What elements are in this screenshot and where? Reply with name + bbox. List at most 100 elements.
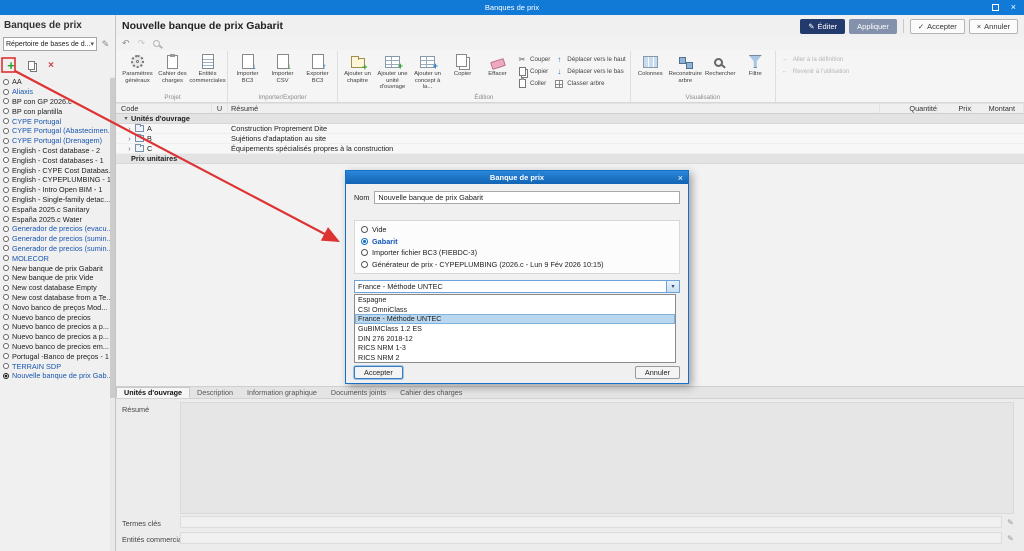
- filtre-button[interactable]: Filtre: [738, 51, 773, 92]
- edit-termes-button[interactable]: ✎: [1005, 516, 1016, 528]
- option-radio-row[interactable]: Générateur de prix - CYPEPLUMBING (2026.…: [361, 259, 673, 270]
- column-montant[interactable]: Montant: [972, 104, 1024, 113]
- bottom-tab[interactable]: Unités d'ouvrage: [116, 387, 190, 398]
- deplacer-haut-button[interactable]: ↑ Déplacer vers le haut: [552, 54, 627, 65]
- entites-commerciales-button[interactable]: Entités commerciales: [190, 51, 225, 92]
- revenir-utilisation-button[interactable]: ← Revenir à l'utilisation: [778, 66, 852, 77]
- dropdown-item[interactable]: RICS NRM 2: [355, 353, 675, 363]
- list-item[interactable]: CYPE Portugal (Abastecimen...: [0, 126, 110, 136]
- bottom-tab[interactable]: Documents joints: [324, 387, 393, 398]
- column-resume[interactable]: Résumé: [228, 104, 880, 113]
- dropdown-item[interactable]: CSI OmniClass: [355, 305, 675, 315]
- list-item[interactable]: TERRAIN SDP: [0, 361, 110, 371]
- list-item[interactable]: English - Intro Open BIM - 1: [0, 185, 110, 195]
- editer-button[interactable]: ✎ Éditer: [800, 19, 845, 34]
- list-item[interactable]: New cost database Empty: [0, 283, 110, 293]
- expand-icon[interactable]: ›: [125, 134, 134, 143]
- list-item[interactable]: Generador de precios (sumin...: [0, 234, 110, 244]
- dialog-annuler-button[interactable]: Annuler: [635, 366, 680, 379]
- list-item[interactable]: CYPE Portugal: [0, 116, 110, 126]
- ajouter-unite-ouvrage-button[interactable]: + Ajouter une unité d'ouvrage: [375, 51, 410, 92]
- copy-database-button[interactable]: [25, 59, 37, 71]
- list-item[interactable]: España 2025.c Sanitary: [0, 204, 110, 214]
- option-radio-row[interactable]: Importer fichier BC3 (FIEBDC-3): [361, 247, 673, 258]
- edit-entites-button[interactable]: ✎: [1005, 532, 1016, 544]
- list-item[interactable]: English - Cost databases - 1: [0, 155, 110, 165]
- scrollbar-thumb[interactable]: [110, 78, 115, 398]
- table-row[interactable]: ›A Construction Proprement Dite: [116, 124, 1024, 134]
- bottom-tab[interactable]: Description: [190, 387, 240, 398]
- couper-button[interactable]: ✂ Couper: [515, 54, 552, 65]
- sidebar-scrollbar[interactable]: [110, 77, 115, 551]
- list-item[interactable]: New cost database from a Te...: [0, 293, 110, 303]
- list-item[interactable]: Aliaxis: [0, 87, 110, 97]
- column-prix[interactable]: Prix: [938, 104, 972, 113]
- bottom-tab[interactable]: Information graphique: [240, 387, 324, 398]
- list-item[interactable]: BP con GP 2026.c: [0, 97, 110, 107]
- list-item[interactable]: English - Single-family detac...: [0, 195, 110, 205]
- ajouter-concept-button[interactable]: + Ajouter un concept à la...: [410, 51, 445, 92]
- parametres-generaux-button[interactable]: Paramètres généraux: [120, 51, 155, 92]
- list-item[interactable]: Nuevo banco de precios: [0, 312, 110, 322]
- effacer-button[interactable]: Effacer: [480, 51, 515, 92]
- list-item[interactable]: AA: [0, 77, 110, 87]
- list-item[interactable]: Portugal -Banco de preços - 1: [0, 351, 110, 361]
- reconstruire-arbre-button[interactable]: Reconstruire arbre: [668, 51, 703, 92]
- list-item[interactable]: BP con plantilla: [0, 106, 110, 116]
- accepter-button[interactable]: ✓ Accepter: [910, 19, 965, 34]
- exporter-bc3-button[interactable]: ↑ Exporter BC3: [300, 51, 335, 92]
- table-row[interactable]: ›B Sujétions d'adaptation au site: [116, 134, 1024, 144]
- redo-icon[interactable]: ↷: [138, 38, 146, 49]
- undo-icon[interactable]: ↶: [122, 38, 130, 49]
- list-item[interactable]: New banque de prix Vide: [0, 273, 110, 283]
- entites-commerciales-field[interactable]: [180, 532, 1002, 544]
- restore-icon[interactable]: [992, 4, 999, 11]
- importer-csv-button[interactable]: ↓ Importer CSV: [265, 51, 300, 92]
- list-item[interactable]: English - CYPE Cost Databas...: [0, 165, 110, 175]
- directory-select[interactable]: Répertoire de bases de d... ▾: [3, 37, 97, 51]
- ajouter-chapitre-button[interactable]: + Ajouter un chapitre: [340, 51, 375, 92]
- list-item[interactable]: Generador de precios (evacu...: [0, 224, 110, 234]
- table-group-row[interactable]: Prix unitaires: [116, 154, 1024, 164]
- search-icon[interactable]: [153, 40, 160, 47]
- importer-bc3-button[interactable]: ↓ Importer BC3: [230, 51, 265, 92]
- dropdown-item[interactable]: GuBIMClass 1.2 ES: [355, 324, 675, 334]
- list-item[interactable]: Nuevo banco de precios em...: [0, 342, 110, 352]
- annuler-button[interactable]: × Annuler: [969, 19, 1018, 34]
- classer-arbre-button[interactable]: Classer arbre: [552, 78, 627, 89]
- list-item[interactable]: CYPE Portugal (Drenagem): [0, 136, 110, 146]
- copier-button-big[interactable]: Copier: [445, 51, 480, 92]
- classification-combobox[interactable]: France - Méthode UNTEC ▾: [354, 280, 680, 293]
- dialog-accepter-button[interactable]: Accepter: [354, 366, 403, 379]
- rechercher-button[interactable]: Rechercher: [703, 51, 738, 92]
- combobox-arrow-button[interactable]: ▾: [666, 281, 679, 292]
- edit-directories-button[interactable]: ✎: [99, 38, 112, 51]
- resume-textarea[interactable]: [180, 402, 1014, 514]
- expand-icon[interactable]: ›: [125, 124, 134, 133]
- list-item[interactable]: Nouvelle banque de prix Gab...: [0, 371, 110, 381]
- aller-definition-button[interactable]: → Aller à la définition: [778, 54, 852, 65]
- termes-cles-field[interactable]: [180, 516, 1002, 528]
- coller-button[interactable]: Coller: [515, 78, 552, 89]
- list-item[interactable]: Nuevo banco de precios a p...: [0, 322, 110, 332]
- column-code[interactable]: Code: [116, 104, 212, 113]
- copier-button[interactable]: Copier: [515, 66, 552, 77]
- nom-input[interactable]: [374, 191, 680, 204]
- collapse-icon[interactable]: ▾: [121, 115, 131, 122]
- dialog-close-icon[interactable]: ×: [678, 171, 683, 184]
- dropdown-item[interactable]: DIN 276 2018-12: [355, 333, 675, 343]
- colonnes-button[interactable]: Colonnes: [633, 51, 668, 92]
- dropdown-item[interactable]: RICS NRM 1-3: [355, 343, 675, 353]
- list-item[interactable]: Nuevo banco de precios a p...: [0, 332, 110, 342]
- list-item[interactable]: New banque de prix Gabarit: [0, 263, 110, 273]
- list-item[interactable]: English - CYPEPLUMBING - 1: [0, 175, 110, 185]
- table-group-row[interactable]: ▾Unités d'ouvrage: [116, 114, 1024, 124]
- option-radio-row[interactable]: Vide: [361, 224, 673, 235]
- list-item[interactable]: España 2025.c Water: [0, 214, 110, 224]
- deplacer-bas-button[interactable]: ↓ Déplacer vers le bas: [552, 66, 627, 77]
- bottom-tab[interactable]: Cahier des charges: [393, 387, 469, 398]
- option-radio-row[interactable]: Gabarit: [361, 236, 673, 247]
- cahier-des-charges-button[interactable]: Cahier des charges: [155, 51, 190, 92]
- list-item[interactable]: English - Cost database - 2: [0, 146, 110, 156]
- expand-icon[interactable]: ›: [125, 144, 134, 153]
